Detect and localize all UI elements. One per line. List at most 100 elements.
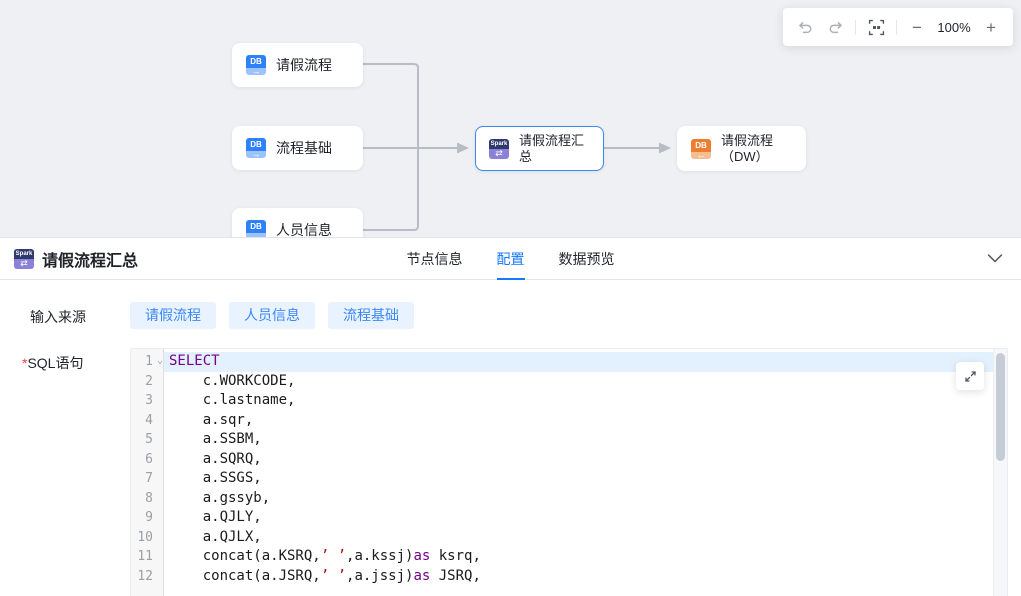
code-line[interactable]: c.lastname,	[164, 391, 1007, 411]
code-token: a.SSBM,	[169, 431, 262, 447]
code-token: a.SSGS,	[169, 470, 262, 486]
line-number: 9	[131, 508, 163, 528]
code-token: ,a.jssj)	[346, 568, 413, 584]
db-source-icon: DB→	[246, 138, 266, 158]
toolbar-divider	[896, 20, 897, 35]
editor-scrollbar[interactable]	[993, 349, 1007, 596]
arrow-right-icon: →	[246, 68, 266, 75]
code-line[interactable]: a.QJLX,	[164, 528, 1007, 548]
code-line[interactable]: a.SQRQ,	[164, 450, 1007, 470]
code-token: ksrq,	[430, 548, 481, 564]
flow-node-leave-dw[interactable]: DB← 请假流程（DW）	[677, 126, 806, 171]
code-line[interactable]: a.sqr,	[164, 411, 1007, 431]
arrowhead-into-dw	[659, 143, 671, 154]
line-number: 6	[131, 450, 163, 470]
spark-sql-icon: Spark⇄	[14, 249, 34, 269]
swap-arrows-icon: ⇄	[489, 149, 509, 159]
code-line[interactable]: a.SSBM,	[164, 430, 1007, 450]
toolbar-divider	[855, 20, 856, 35]
code-token: a.QJLX,	[169, 529, 262, 545]
line-number: 3	[131, 391, 163, 411]
etl-designer-app: DB→ 请假流程 DB→ 流程基础 DB→ 人员信息 Spark⇄ 请假流程汇总…	[0, 0, 1021, 596]
code-token: ’ ’	[321, 568, 346, 584]
line-number: 10	[131, 528, 163, 548]
redo-icon	[827, 19, 844, 36]
tab-config[interactable]: 配置	[497, 238, 525, 280]
node-config-panel: Spark⇄ 请假流程汇总 节点信息 配置 数据预览 输入来源 请假流程 人员信…	[0, 237, 1021, 596]
code-line[interactable]: a.gssyb,	[164, 489, 1007, 509]
canvas-toolbar: − 100% +	[783, 8, 1013, 46]
expand-editor-button[interactable]	[956, 362, 984, 390]
node-label: 人员信息	[276, 220, 332, 237]
fit-view-button[interactable]	[862, 13, 890, 41]
arrowhead-into-summary	[457, 143, 469, 154]
flow-canvas[interactable]: DB→ 请假流程 DB→ 流程基础 DB→ 人员信息 Spark⇄ 请假流程汇总…	[0, 0, 1021, 237]
fold-chevron-icon[interactable]: ⌄	[157, 356, 163, 366]
tab-data-preview[interactable]: 数据预览	[559, 238, 615, 280]
panel-title: 请假流程汇总	[42, 247, 138, 271]
input-source-tag[interactable]: 请假流程	[130, 302, 216, 329]
code-token: a.sqr,	[169, 412, 253, 428]
node-label: 流程基础	[276, 138, 332, 158]
input-source-tag[interactable]: 人员信息	[229, 302, 315, 329]
input-source-tag[interactable]: 流程基础	[328, 302, 414, 329]
editor-code[interactable]: SELECT c.WORKCODE, c.lastname, a.sqr, a.…	[164, 349, 1007, 596]
input-source-row: 输入来源 请假流程 人员信息 流程基础	[30, 302, 1008, 329]
flow-node-leave-summary[interactable]: Spark⇄ 请假流程汇总	[475, 126, 604, 171]
scrollbar-thumb[interactable]	[996, 353, 1005, 461]
code-token: JSRQ,	[430, 568, 481, 584]
code-line[interactable]: a.QJLY,	[164, 508, 1007, 528]
node-label: 请假流程（DW）	[721, 133, 792, 165]
line-number: 1⌄	[131, 352, 163, 372]
sql-editor[interactable]: 1⌄23456789101112 SELECT c.WORKCODE, c.la…	[130, 348, 1008, 596]
panel-header: Spark⇄ 请假流程汇总 节点信息 配置 数据预览	[0, 238, 1021, 280]
sql-label: *SQL语句	[30, 348, 130, 596]
code-token: c.WORKCODE,	[169, 373, 295, 389]
code-line[interactable]: SELECT	[164, 352, 1007, 372]
zoom-out-icon: −	[912, 19, 922, 36]
zoom-in-button[interactable]: +	[977, 13, 1005, 41]
expand-icon	[963, 369, 978, 384]
spark-icon-label: Spark	[489, 139, 509, 149]
db-source-icon: DB→	[246, 220, 266, 237]
flow-node-person-info[interactable]: DB→ 人员信息	[232, 208, 363, 237]
code-line[interactable]: a.SSGS,	[164, 469, 1007, 489]
fit-view-icon	[868, 19, 885, 36]
tab-node-info[interactable]: 节点信息	[407, 238, 463, 280]
node-label: 请假流程汇总	[519, 133, 590, 165]
line-number: 7	[131, 469, 163, 489]
code-token: SELECT	[169, 353, 220, 369]
panel-tabs: 节点信息 配置 数据预览	[407, 238, 615, 280]
panel-body: 输入来源 请假流程 人员信息 流程基础 *SQL语句 1⌄23456789101…	[0, 280, 1021, 596]
code-token: a.SQRQ,	[169, 451, 262, 467]
line-number: 8	[131, 489, 163, 509]
arrow-right-icon: →	[246, 151, 266, 158]
zoom-level: 100%	[933, 20, 975, 35]
code-line[interactable]: concat(a.KSRQ,’ ’,a.kssj)as ksrq,	[164, 547, 1007, 567]
code-token: concat(a.KSRQ,	[169, 548, 321, 564]
code-token: ,a.kssj)	[346, 548, 413, 564]
undo-icon	[797, 19, 814, 36]
spark-sql-icon: Spark⇄	[489, 139, 509, 159]
code-token: concat(a.JSRQ,	[169, 568, 321, 584]
chevron-down-icon	[987, 254, 1003, 263]
code-token: c.lastname,	[169, 392, 295, 408]
line-number: 2	[131, 372, 163, 392]
undo-button[interactable]	[791, 13, 819, 41]
node-label: 请假流程	[276, 55, 332, 75]
input-source-tags: 请假流程 人员信息 流程基础	[130, 302, 414, 329]
collapse-panel-button[interactable]	[983, 250, 1007, 267]
code-token: a.gssyb,	[169, 490, 270, 506]
flow-node-process-base[interactable]: DB→ 流程基础	[232, 126, 363, 170]
redo-button[interactable]	[821, 13, 849, 41]
zoom-in-icon: +	[986, 19, 996, 36]
line-number: 4	[131, 411, 163, 431]
code-line[interactable]: concat(a.JSRQ,’ ’,a.jssj)as JSRQ,	[164, 567, 1007, 587]
zoom-out-button[interactable]: −	[903, 13, 931, 41]
code-line[interactable]: c.WORKCODE,	[164, 372, 1007, 392]
flow-node-leave-flow[interactable]: DB→ 请假流程	[232, 43, 363, 87]
spark-icon-label: Spark	[14, 249, 34, 259]
line-number: 11	[131, 547, 163, 567]
swap-arrows-icon: ⇄	[14, 259, 34, 269]
line-number: 12	[131, 567, 163, 587]
